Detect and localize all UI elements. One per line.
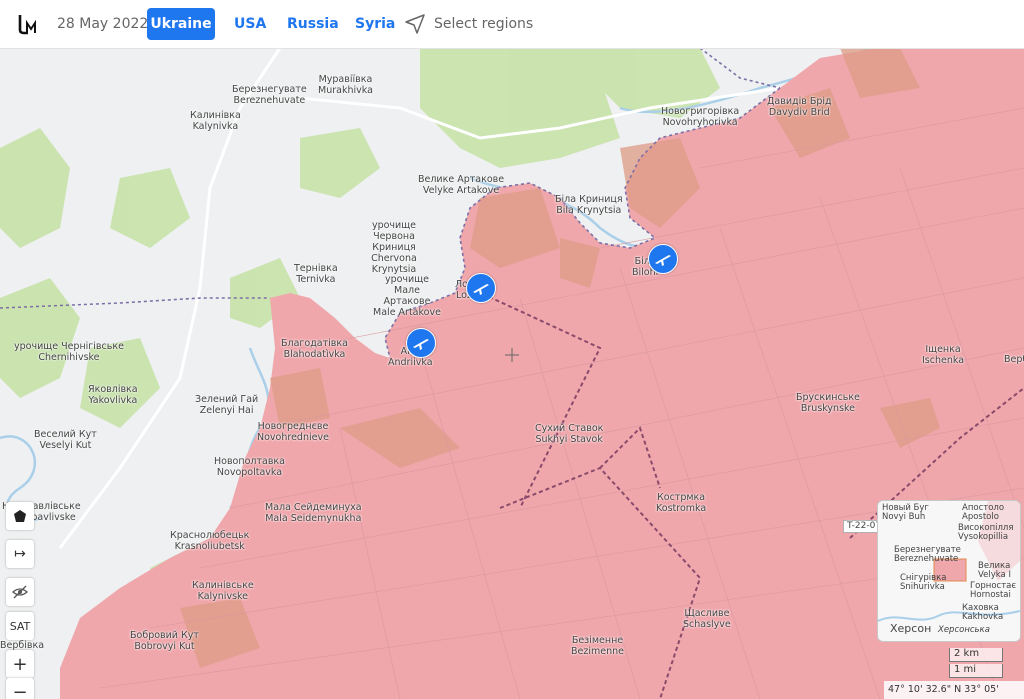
select-regions-label: Select regions: [434, 16, 534, 32]
map-label: Іщенка Ischenka: [922, 344, 965, 366]
draw-polygon-button[interactable]: [6, 502, 34, 530]
navigation-arrow-icon: [405, 14, 425, 34]
map-label: Березнегувате Bereznehuvate: [232, 84, 307, 106]
minimap-label: Hornostai: [970, 590, 1011, 600]
map-label: Тернівка Ternivka: [294, 263, 338, 285]
current-date: 28 May 2022: [57, 16, 149, 32]
tab-russia[interactable]: Russia: [287, 16, 339, 32]
tab-syria[interactable]: Syria: [355, 16, 395, 32]
map-base-layer: [0, 48, 1024, 699]
minimap-label: Velyka I: [978, 570, 1011, 580]
map-label: урочище Червона Криниця Chervona Krynytsi…: [371, 220, 417, 275]
hide-icon: [12, 585, 28, 599]
rifle-icon: [655, 255, 671, 266]
map-label: урочище Чернігівське Chernihivske: [14, 341, 124, 363]
top-bar: 28 May 2022 Ukraine USA Russia Syria Sel…: [0, 0, 1024, 49]
map-label: Благодатівка Blahodatìvka: [281, 338, 348, 360]
map-label: Біла Криниця Bila Krynytsia: [555, 194, 623, 216]
map-label: Велике Артакове Velyke Artakove: [418, 174, 505, 196]
map-label: Новополтавка Novopoltavka: [214, 456, 285, 478]
rifle-icon: [473, 284, 489, 295]
scale-km: 2 km: [949, 648, 1003, 662]
map-label: Новогригорівка Novohryhorivka: [661, 106, 740, 128]
minimap-label: Херсонська: [938, 625, 990, 635]
map-label: Муравіївка Murakhivka: [318, 74, 373, 96]
clashes-marker[interactable]: [406, 328, 436, 358]
map-label: Калинівка Kalynivka: [190, 110, 241, 132]
map-label: Вербівка: [1004, 354, 1024, 365]
map-label: Щасливе Schaslyve: [683, 608, 731, 630]
satellite-button[interactable]: SAT: [6, 612, 34, 640]
tab-ukraine[interactable]: Ukraine: [147, 8, 215, 40]
minimap-label: Apostolo: [962, 512, 999, 522]
map-label: Новогреднєве Novohrednieve: [257, 421, 329, 443]
minimap-label: Kakhovka: [962, 612, 1004, 622]
select-regions-button[interactable]: Select regions: [404, 12, 533, 36]
hide-layers-button[interactable]: [6, 578, 34, 606]
map-label: Сухий Ставок Sukhyi Stavok: [535, 423, 604, 445]
map-label: Мала Сейдеминуха Mala Seidemynukha: [265, 502, 362, 524]
minimap-label: Snihurivka: [900, 582, 945, 592]
map-label: Брускинське Bruskynske: [796, 392, 860, 414]
cursor-coordinates: 47° 10' 32.6" N 33° 05' 05.0" E: [884, 681, 1024, 699]
clashes-marker[interactable]: [648, 244, 678, 274]
clashes-marker[interactable]: [466, 273, 496, 303]
measure-button[interactable]: ↦: [6, 540, 34, 568]
minimap-label: Херсон: [890, 622, 932, 635]
map-label: Давидів Брід Davydiv Brid: [767, 96, 832, 118]
liveuamap-logo-icon[interactable]: [16, 12, 40, 36]
polygon-icon: [14, 510, 26, 522]
minimap-label: Vysokopillia: [958, 532, 1009, 542]
minimap-label: Novyi Buh: [882, 512, 926, 522]
rifle-icon: [413, 339, 429, 350]
map-label: Зелений Гай Zelenyi Hai: [195, 394, 259, 416]
scale-mi: 1 mi: [949, 664, 1003, 678]
map-canvas[interactable]: Муравіївка Murakhivka Березнегувате Berezn…: [0, 48, 1024, 699]
map-label: Бобровий Кут Bobrovyi Kut: [130, 630, 199, 652]
map-label: Безіменне Bezimenne: [571, 635, 624, 657]
map-label: Краснолюбецьк Krasnoliubetsk: [170, 530, 250, 552]
map-label: Калинівське Kalynivske: [192, 580, 254, 602]
minimap[interactable]: Новый Буг Novyi Buh Апостоло Apostolo Ви…: [877, 500, 1021, 642]
map-label: Веселий Кут Veselyi Kut: [34, 429, 97, 451]
arrow-icon: ↦: [14, 546, 26, 562]
zoom-out-button[interactable]: −: [6, 678, 34, 699]
minimap-label: Bereznehuvate: [894, 554, 959, 564]
map-label: урочище Мале Артакове Male Artakove: [373, 274, 441, 318]
map-label: Кострмка Kostromka: [656, 492, 707, 514]
tab-usa[interactable]: USA: [234, 16, 266, 32]
map-label: Яковлівка Yakovlivka: [88, 384, 138, 406]
zoom-in-button[interactable]: +: [6, 650, 34, 678]
